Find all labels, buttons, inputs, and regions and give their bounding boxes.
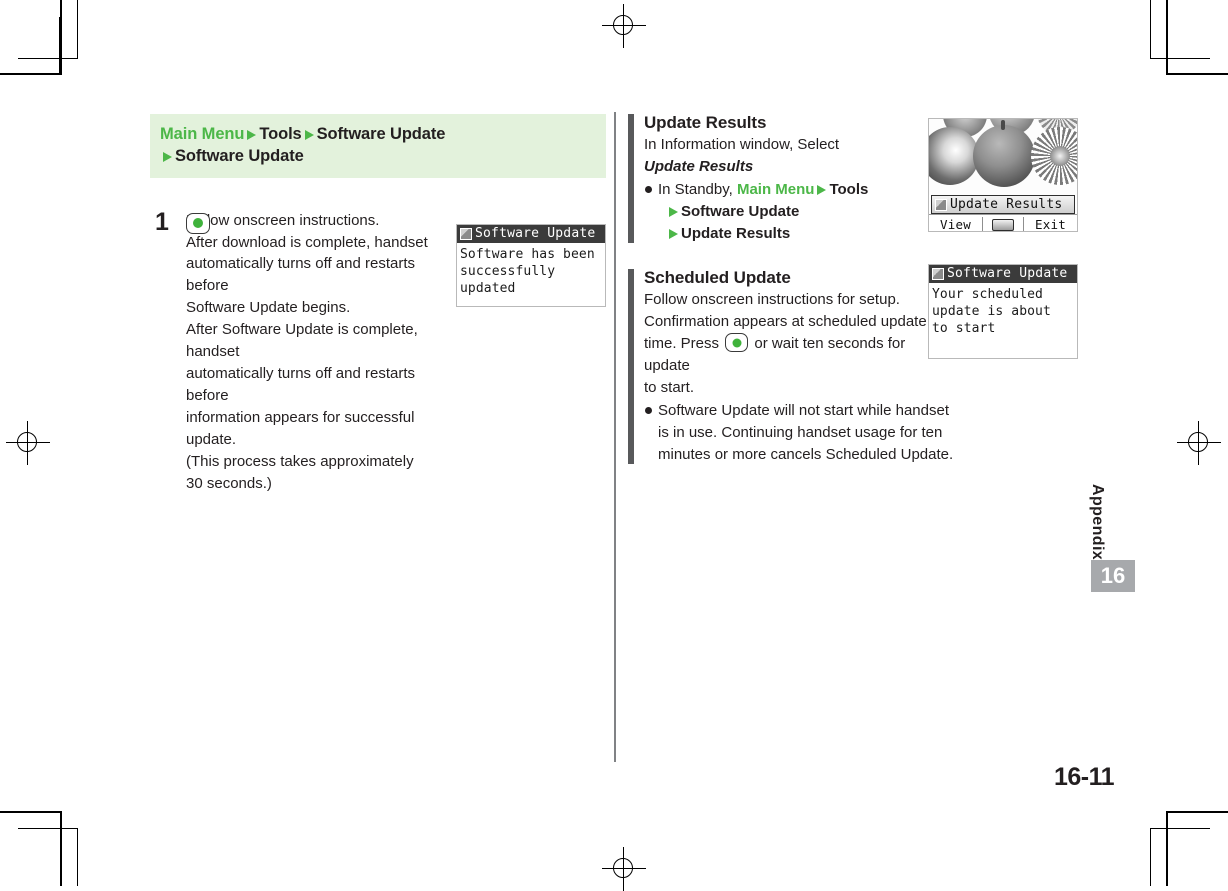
phone-screenshot-scheduled-update: Software Update Your scheduled update is… — [928, 264, 1078, 359]
phone-screen-title: Software Update — [947, 266, 1068, 281]
softkey-center[interactable] — [983, 219, 1023, 231]
phone-screen-line: updated — [460, 281, 516, 296]
crop-mark-br-h1 — [1166, 811, 1228, 813]
page-number: 16-11 — [1054, 763, 1115, 791]
bullet-dot-icon — [645, 186, 652, 194]
crop-mark-tl-inner-h — [18, 58, 78, 59]
breadcrumb-item-main-menu[interactable]: Main Menu — [160, 125, 244, 143]
manual-page: Main Menu Tools Software Update Software U… — [0, 0, 1228, 891]
crop-mark-br-inner-h — [1150, 828, 1210, 829]
bullet-item: In Standby, Main Menu Tools — [644, 179, 950, 201]
phone-screen-titlebar: Software Update — [929, 265, 1077, 283]
bullet-text: In Standby, — [658, 181, 733, 199]
breadcrumb-item-tools[interactable]: Tools — [259, 125, 301, 143]
section-line-part-a: time. Press — [644, 335, 720, 353]
software-update-icon — [460, 228, 472, 240]
crop-mark-tr-v1 — [1166, 0, 1168, 75]
chevron-right-icon — [669, 207, 678, 218]
step-line: automatically turns off and restarts bef… — [186, 365, 415, 405]
section-line-with-key: time. Press or wait ten seconds for upda… — [644, 333, 936, 377]
crop-mark-tl-h1 — [0, 73, 62, 75]
column-divider — [614, 112, 616, 762]
phone-screen-line: Your scheduled — [932, 287, 1043, 302]
step-line: Follow onscreen instructions. — [186, 211, 380, 229]
section-line: Follow onscreen instructions for setup. — [644, 291, 900, 309]
section-accent-bar — [628, 269, 634, 465]
step-line: 30 seconds.) — [186, 475, 272, 493]
phone-screen-line: Software has been — [460, 247, 595, 262]
crop-mark-tr-inner-h — [1150, 58, 1210, 59]
phone-screenshot-update-results: Update Results View Exit — [928, 118, 1078, 232]
breadcrumb-item-software-update-2[interactable]: Software Update — [175, 147, 304, 165]
menu-link-software-update[interactable]: Software Update — [681, 203, 799, 220]
chevron-right-icon — [163, 152, 172, 163]
crop-mark-bl-v1 — [60, 811, 62, 886]
chevron-right-icon — [817, 185, 827, 196]
chevron-right-icon — [669, 229, 678, 240]
phone-screen-title: Software Update — [475, 226, 596, 241]
bullet-dot-icon — [645, 407, 652, 415]
crop-mark-br-v1 — [1166, 811, 1168, 886]
bullet-item: Software Update will not start while han… — [644, 400, 958, 466]
chevron-right-icon — [304, 130, 314, 140]
section-line: Confirmation appears at scheduled update — [644, 313, 927, 331]
phone-screen-line: to start — [932, 321, 996, 336]
step-line: After download is complete, handset — [186, 233, 428, 251]
step-line: (This process takes approximately — [186, 453, 414, 471]
thumbnail-image — [1031, 127, 1077, 185]
step-line: Software Update begins. — [186, 299, 351, 317]
step-number: 1 — [155, 207, 169, 236]
crop-mark-tl-inner-v — [77, 0, 78, 58]
menu-link-tools[interactable]: Tools — [829, 181, 868, 198]
crop-mark-bl-inner-v — [77, 828, 78, 886]
softkey-bar: View Exit — [929, 214, 1077, 231]
thumbnail-image — [929, 127, 979, 185]
crop-mark-bl-inner-h — [18, 828, 78, 829]
registration-mark-bottom — [602, 847, 646, 891]
center-select-key-icon — [186, 212, 210, 234]
software-update-icon — [935, 198, 947, 211]
crop-mark-tr-inner-v — [1150, 0, 1151, 58]
section-accent-bar — [628, 114, 634, 244]
phone-screen-line: update is about — [932, 304, 1051, 319]
step-instructions: Follow onscreen instructions. After down… — [186, 210, 448, 496]
chevron-right-icon — [247, 130, 257, 140]
phone-screenshot-update-complete: Software Update Software has been succes… — [456, 224, 606, 307]
crop-mark-tl-v2 — [59, 17, 60, 75]
software-update-icon — [932, 268, 944, 280]
softkey-view[interactable]: View — [929, 215, 982, 231]
chapter-number-tab: 16 — [1091, 560, 1135, 592]
appendix-section-label: Appendix — [1089, 484, 1106, 561]
section-text: In Information window, Select — [644, 136, 840, 154]
softkey-exit[interactable]: Exit — [1024, 215, 1077, 231]
step-line: After Software Update is complete, hands… — [186, 321, 418, 361]
popup-update-results[interactable]: Update Results — [931, 195, 1075, 214]
phone-screen-titlebar: Software Update — [457, 225, 605, 243]
phone-screen-body: Software has been successfully updated — [457, 243, 605, 297]
thumbnail-grid — [929, 119, 1077, 195]
bullet-text: Software Update will not start while han… — [658, 402, 954, 464]
crop-mark-bl-h1 — [0, 811, 62, 813]
crop-mark-br-inner-v — [1150, 828, 1151, 886]
step-line: information appears for successful updat… — [186, 409, 415, 449]
center-select-key-icon — [725, 333, 749, 353]
center-key-icon — [992, 219, 1014, 231]
registration-mark-left — [6, 421, 50, 465]
menu-link-main-menu[interactable]: Main Menu — [737, 181, 815, 198]
breadcrumb: Main Menu Tools Software Update Software U… — [150, 114, 606, 178]
menu-link-update-results[interactable]: Update Results — [681, 225, 790, 242]
crop-mark-tl-v1 — [60, 0, 62, 75]
breadcrumb-item-software-update[interactable]: Software Update — [317, 125, 446, 143]
thumbnail-image-apple — [973, 120, 1035, 187]
crop-mark-tr-h1 — [1166, 73, 1228, 75]
section-line: to start. — [644, 379, 695, 397]
step-line: automatically turns off and restarts bef… — [186, 255, 415, 295]
phone-screen-body: Your scheduled update is about to start — [929, 283, 1077, 337]
registration-mark-top — [602, 4, 646, 48]
registration-mark-right — [1177, 421, 1221, 465]
popup-label: Update Results — [950, 197, 1063, 212]
phone-screen-line: successfully — [460, 264, 556, 279]
